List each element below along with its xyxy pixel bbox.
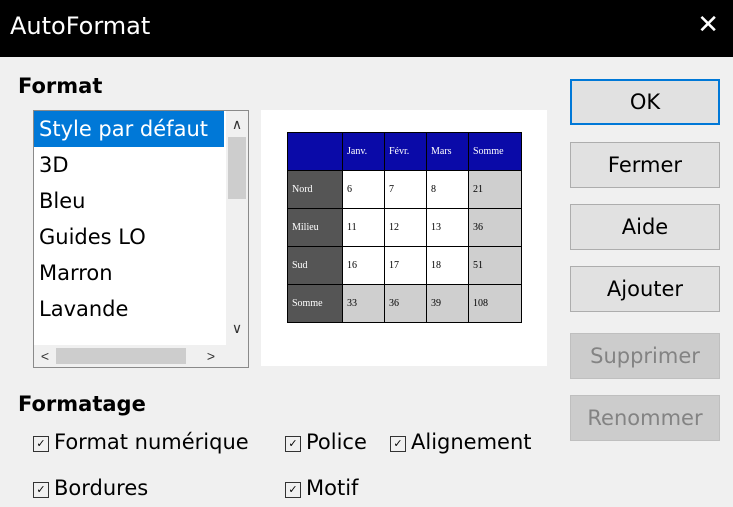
format-list-item[interactable]: Guides LO	[34, 219, 224, 255]
preview-cell: 11	[342, 208, 385, 247]
help-button[interactable]: Aide	[570, 204, 720, 250]
preview-sum-cell: 36	[468, 208, 522, 247]
borders-label: Bordures	[54, 476, 149, 500]
checkbox-check-icon: ✓	[285, 436, 301, 452]
number-format-checkbox[interactable]: ✓ Format numérique	[33, 430, 249, 454]
format-list-items: Style par défaut 3D Bleu Guides LO Marro…	[34, 111, 224, 341]
preview-cell: 7	[384, 170, 427, 209]
preview-header-cell: Janv.	[342, 132, 385, 171]
preview-header-cell: Févr.	[384, 132, 427, 171]
title-bar: AutoFormat ✕	[0, 0, 733, 57]
ok-button[interactable]: OK	[570, 79, 720, 125]
scroll-corner	[226, 345, 248, 367]
format-section-label: Format	[18, 74, 103, 98]
preview-table: Janv. Févr. Mars Somme Nord 6 7 8 21 Mil…	[287, 132, 522, 323]
vertical-scroll-thumb[interactable]	[228, 137, 246, 199]
close-icon[interactable]: ✕	[697, 12, 719, 38]
preview-row-header: Sud	[287, 246, 343, 285]
format-list-item[interactable]: Bleu	[34, 183, 224, 219]
checkbox-check-icon: ✓	[33, 436, 49, 452]
rename-button[interactable]: Renommer	[570, 395, 720, 441]
alignment-label: Alignement	[411, 430, 532, 454]
number-format-label: Format numérique	[54, 430, 249, 454]
preview-sum-cell: 33	[342, 284, 385, 323]
vertical-scrollbar[interactable]: ∧ ∨	[226, 111, 248, 345]
font-checkbox[interactable]: ✓ Police	[285, 430, 367, 454]
preview-cell: 13	[426, 208, 469, 247]
horizontal-scrollbar[interactable]: < >	[34, 345, 226, 367]
horizontal-scroll-thumb[interactable]	[56, 348, 186, 364]
delete-button[interactable]: Supprimer	[570, 333, 720, 379]
scroll-left-icon[interactable]: <	[34, 345, 56, 367]
alignment-checkbox[interactable]: ✓ Alignement	[390, 430, 532, 454]
preview-sum-cell: 51	[468, 246, 522, 285]
scroll-right-icon[interactable]: >	[200, 345, 222, 367]
checkbox-check-icon: ✓	[33, 482, 49, 498]
formatting-section-label: Formatage	[18, 392, 146, 416]
format-listbox[interactable]: Style par défaut 3D Bleu Guides LO Marro…	[33, 110, 249, 368]
checkbox-check-icon: ✓	[285, 482, 301, 498]
preview-sum-cell: 21	[468, 170, 522, 209]
scroll-down-icon[interactable]: ∨	[226, 317, 248, 339]
borders-checkbox[interactable]: ✓ Bordures	[33, 476, 148, 500]
preview-row-header: Milieu	[287, 208, 343, 247]
preview-row-header: Somme	[287, 284, 343, 323]
preview-cell: 16	[342, 246, 385, 285]
preview-sum-cell: 108	[468, 284, 522, 323]
preview-row-header: Nord	[287, 170, 343, 209]
preview-sum-cell: 36	[384, 284, 427, 323]
window-title: AutoFormat	[10, 12, 151, 40]
format-preview: Janv. Févr. Mars Somme Nord 6 7 8 21 Mil…	[261, 110, 547, 366]
preview-cell: 8	[426, 170, 469, 209]
preview-cell: 6	[342, 170, 385, 209]
close-button[interactable]: Fermer	[570, 142, 720, 188]
preview-header-cell: Mars	[426, 132, 469, 171]
checkbox-check-icon: ✓	[390, 436, 406, 452]
preview-header-cell: Somme	[468, 132, 522, 171]
preview-cell: 18	[426, 246, 469, 285]
format-list-item[interactable]: 3D	[34, 147, 224, 183]
preview-header-cell	[287, 132, 343, 171]
scroll-up-icon[interactable]: ∧	[226, 113, 248, 135]
pattern-label: Motif	[306, 476, 359, 500]
font-label: Police	[306, 430, 367, 454]
preview-cell: 17	[384, 246, 427, 285]
preview-sum-cell: 39	[426, 284, 469, 323]
add-button[interactable]: Ajouter	[570, 266, 720, 312]
format-list-item[interactable]: Style par défaut	[34, 111, 224, 147]
format-list-item[interactable]: Lavande	[34, 291, 224, 327]
preview-cell: 12	[384, 208, 427, 247]
format-list-item[interactable]: Marron	[34, 255, 224, 291]
pattern-checkbox[interactable]: ✓ Motif	[285, 476, 358, 500]
